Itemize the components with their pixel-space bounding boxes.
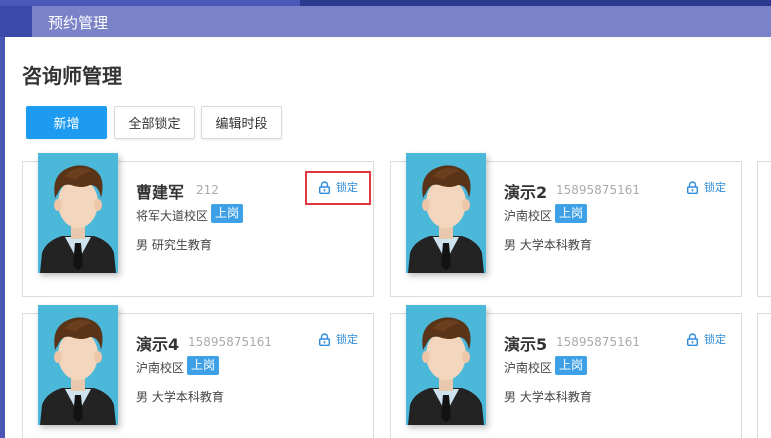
counselor-gender: 男	[136, 238, 149, 252]
counselor-card-partial	[757, 161, 771, 297]
lock-icon	[687, 332, 698, 346]
counselor-education: 大学本科教育	[519, 238, 592, 252]
lock-button[interactable]: 锁定	[687, 331, 726, 347]
counselor-name: 演示4	[136, 335, 180, 354]
tab-bar: 预约管理	[32, 6, 771, 37]
counselor-card-partial	[757, 313, 771, 438]
avatar	[38, 305, 118, 425]
status-badge: 上岗	[187, 356, 220, 375]
counselor-gender: 男	[504, 238, 517, 252]
counselor-phone: 15895875161	[556, 335, 640, 349]
counselor-gender: 男	[504, 390, 517, 404]
lock-label: 锁定	[336, 333, 358, 346]
lock-highlight-box	[305, 171, 371, 205]
counselor-card: 曹建军 212 将军大道校区 上岗 男 研究生教育 锁定	[22, 161, 374, 297]
counselor-info: 男 大学本科教育	[504, 236, 592, 253]
counselor-education: 大学本科教育	[519, 390, 592, 404]
counselor-info: 男 大学本科教育	[136, 388, 224, 405]
counselor-education: 大学本科教育	[151, 390, 224, 404]
counselor-campus: 将军大道校区	[136, 209, 209, 223]
counselor-education: 研究生教育	[151, 238, 212, 252]
counselor-campus: 沪南校区	[504, 361, 553, 375]
counselor-campus: 沪南校区	[136, 361, 185, 375]
counselor-info: 男 研究生教育	[136, 236, 212, 253]
counselor-name: 演示2	[504, 183, 548, 202]
avatar	[38, 153, 118, 273]
counselor-campus: 沪南校区	[504, 209, 553, 223]
edit-time-slots-button[interactable]: 编辑时段	[201, 106, 282, 139]
counselor-card: 演示5 15895875161 沪南校区 上岗 男 大学本科教育 锁定	[390, 313, 742, 438]
counselor-info: 男 大学本科教育	[504, 388, 592, 405]
counselor-gender: 男	[136, 390, 149, 404]
status-badge: 上岗	[211, 204, 244, 223]
lock-button[interactable]: 锁定	[319, 331, 358, 347]
status-badge: 上岗	[555, 356, 588, 375]
counselor-card: 演示2 15895875161 沪南校区 上岗 男 大学本科教育 锁定	[390, 161, 742, 297]
counselor-phone: 15895875161	[188, 335, 272, 349]
counselor-phone: 212	[196, 183, 219, 197]
lock-icon	[687, 180, 698, 194]
lock-label: 锁定	[704, 333, 726, 346]
counselor-phone: 15895875161	[556, 183, 640, 197]
counselor-name: 演示5	[504, 335, 548, 354]
lock-button[interactable]: 锁定	[687, 179, 726, 195]
add-button[interactable]: 新增	[26, 106, 107, 139]
counselor-name: 曹建军	[136, 183, 185, 202]
counselor-card: 演示4 15895875161 沪南校区 上岗 男 大学本科教育 锁定	[22, 313, 374, 438]
lock-label: 锁定	[704, 181, 726, 194]
page-title: 咨询师管理	[22, 64, 122, 88]
avatar	[406, 153, 486, 273]
avatar	[406, 305, 486, 425]
lock-icon	[319, 332, 330, 346]
main-panel: 咨询师管理 新增 全部锁定 编辑时段 曹建军 212 将军大道校区 上岗 男 研…	[5, 37, 771, 438]
tab-appointment-management[interactable]: 预约管理	[48, 12, 108, 33]
status-badge: 上岗	[555, 204, 588, 223]
lock-all-button[interactable]: 全部锁定	[114, 106, 195, 139]
